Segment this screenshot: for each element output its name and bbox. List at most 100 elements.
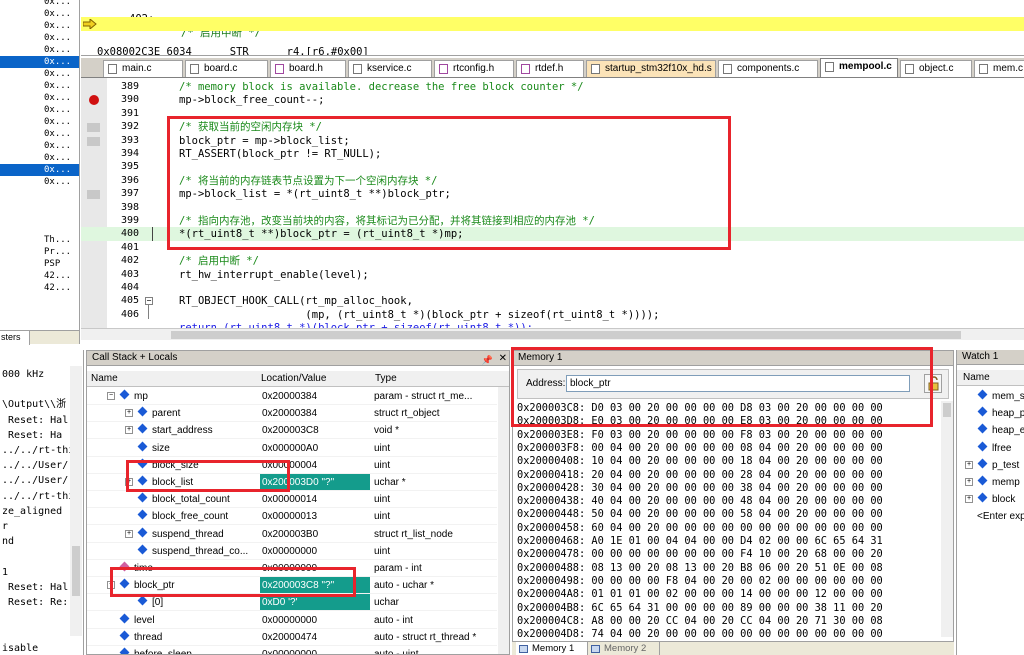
locals-row[interactable]: + parent 0x20000384 struct rt_object: [87, 405, 497, 423]
column-value[interactable]: Location/Value: [261, 371, 326, 386]
locals-row[interactable]: size 0x000000A0 uint: [87, 440, 497, 457]
variable-value[interactable]: 0x200003D0 "?": [260, 474, 370, 490]
close-icon[interactable]: ✕: [499, 352, 507, 365]
locals-row[interactable]: block_free_count 0x00000013 uint: [87, 508, 497, 526]
code-editor[interactable]: 389 /* memory block is available. decreas…: [81, 78, 1024, 328]
fold-toggle-icon[interactable]: −: [145, 297, 153, 306]
variable-value[interactable]: 0x00000000: [260, 543, 370, 559]
locals-row[interactable]: before_sleep 0x00000000 auto - uint: [87, 646, 497, 654]
memory-row[interactable]: 0x200003D8: E0 03 00 20 00 00 00 00 E8 0…: [517, 415, 883, 428]
register-row[interactable]: 0x...: [0, 0, 79, 8]
memory-row[interactable]: 0x20000488: 08 13 00 20 08 13 00 20 B8 0…: [517, 562, 883, 575]
variable-value[interactable]: 0x00000014: [260, 491, 370, 507]
editor-horizontal-scrollbar[interactable]: [81, 328, 1024, 340]
tab-memory-1[interactable]: Memory 1: [516, 642, 588, 655]
memory-vertical-scrollbar[interactable]: [941, 401, 953, 637]
locals-row[interactable]: block_size 0x00000004 uint: [87, 457, 497, 474]
file-tab-components-c[interactable]: components.c: [718, 60, 818, 77]
file-tab-rtconfig-h[interactable]: rtconfig.h: [434, 60, 514, 77]
locals-row[interactable]: suspend_thread_co... 0x00000000 uint: [87, 543, 497, 560]
locals-row[interactable]: − block_ptr 0x200003C8 "?" auto - uchar *: [87, 577, 497, 595]
expand-icon[interactable]: +: [125, 478, 133, 486]
code-line[interactable]: 398: [81, 201, 1024, 215]
memory-row[interactable]: 0x20000438: 40 04 00 20 00 00 00 00 48 0…: [517, 495, 883, 508]
variable-value[interactable]: 0x20000384: [260, 388, 370, 404]
register-row[interactable]: 0x...: [0, 116, 79, 128]
code-line[interactable]: 399 /* 指向内存池，改变当前块的内容，将其标记为已分配，并将其链接到相应的内…: [81, 214, 1024, 228]
output-vertical-scrollbar[interactable]: [70, 366, 82, 636]
watch-row[interactable]: + p_test: [957, 457, 1024, 474]
pin-icon[interactable]: 📌: [482, 353, 493, 365]
memory-row[interactable]: 0x20000448: 50 04 00 20 00 00 00 00 58 0…: [517, 508, 883, 521]
code-line[interactable]: 389 /* memory block is available. decreas…: [81, 80, 1024, 94]
variable-value[interactable]: 0x00000000: [260, 612, 370, 628]
code-line[interactable]: 396 /* 将当前的内存链表节点设置为下一个空闲内存块 */: [81, 174, 1024, 188]
file-tab-object-c[interactable]: object.c: [900, 60, 972, 77]
memory-hex-view[interactable]: 0x200003C8: D0 03 00 20 00 00 00 00 D8 0…: [513, 401, 939, 641]
code-line[interactable]: 406 (mp, (rt_uint8_t *)(block_ptr + size…: [81, 308, 1024, 322]
collapse-icon[interactable]: −: [107, 392, 115, 400]
variable-value[interactable]: 0x00000013: [260, 508, 370, 524]
expand-icon[interactable]: +: [965, 495, 973, 504]
watch-row[interactable]: heap_e: [957, 422, 1024, 439]
watch-row[interactable]: heap_p: [957, 405, 1024, 422]
code-line[interactable]: 390 mp->block_free_count--;: [81, 93, 1024, 107]
address-input[interactable]: block_ptr: [566, 375, 910, 392]
register-row[interactable]: Th...: [0, 234, 79, 246]
register-row[interactable]: 0x...: [0, 20, 79, 32]
memory-row[interactable]: 0x200003F8: 00 04 00 20 00 00 00 00 08 0…: [517, 442, 883, 455]
memory-row[interactable]: 0x20000478: 00 00 00 00 00 00 00 00 F4 1…: [517, 548, 883, 561]
file-tab-kservice-c[interactable]: kservice.c: [348, 60, 432, 77]
register-row[interactable]: 0x...: [0, 176, 79, 188]
register-row[interactable]: 0x...: [0, 32, 79, 44]
file-tab-mem-c[interactable]: mem.c: [974, 60, 1024, 77]
disassembly-current-line[interactable]: 0x08002C3E 6034 STR r4,[r6,#0x00]: [81, 17, 1024, 55]
locals-row[interactable]: time 0x00000000 param - int: [87, 560, 497, 577]
watch-row[interactable]: + memp: [957, 474, 1024, 491]
variable-value[interactable]: 0xD0 '?': [260, 594, 370, 611]
code-line[interactable]: 405 RT_OBJECT_HOOK_CALL(rt_mp_alloc_hook,: [81, 294, 1024, 308]
expand-icon[interactable]: +: [965, 460, 973, 469]
code-line[interactable]: 403 rt_hw_interrupt_enable(level);: [81, 268, 1024, 282]
registers-tab[interactable]: sters: [0, 331, 30, 345]
locals-row[interactable]: thread 0x20000474 auto - struct rt_thread …: [87, 629, 497, 646]
register-row[interactable]: 42...: [0, 282, 79, 294]
watch-column-name[interactable]: Name: [957, 370, 1024, 386]
register-row[interactable]: 0x...: [0, 104, 79, 116]
column-type[interactable]: Type: [375, 371, 397, 386]
register-row[interactable]: 0x...: [0, 56, 79, 68]
watch-row[interactable]: lfree: [957, 440, 1024, 457]
callstack-vertical-scrollbar[interactable]: [498, 387, 509, 654]
memory-row[interactable]: 0x20000428: 30 04 00 20 00 00 00 00 38 0…: [517, 482, 883, 495]
register-row[interactable]: 0x...: [0, 68, 79, 80]
variable-value[interactable]: 0x200003B0: [260, 526, 370, 542]
code-line[interactable]: return (rt_uint8_t *)(block_ptr + sizeof…: [81, 321, 1024, 328]
locals-row[interactable]: − mp 0x20000384 param - struct rt_me...: [87, 388, 497, 405]
register-row[interactable]: 0x...: [0, 44, 79, 56]
memory-row[interactable]: 0x20000458: 60 04 00 20 00 00 00 00 00 0…: [517, 522, 883, 535]
locals-row[interactable]: [0] 0xD0 '?' uchar: [87, 594, 497, 612]
collapse-icon[interactable]: −: [107, 581, 115, 590]
locals-row[interactable]: level 0x00000000 auto - int: [87, 612, 497, 629]
variable-value[interactable]: 0x000000A0: [260, 440, 370, 456]
register-row[interactable]: 0x...: [0, 8, 79, 20]
watch-row[interactable]: <Enter exp: [957, 508, 1024, 525]
file-tab-rtdef-h[interactable]: rtdef.h: [516, 60, 584, 77]
memory-row[interactable]: 0x200004C8: A8 00 00 20 CC 04 00 20 CC 0…: [517, 615, 883, 628]
code-line[interactable]: 393 block_ptr = mp->block_list;: [81, 134, 1024, 148]
variable-value[interactable]: 0x00000004: [260, 457, 370, 473]
lock-address-button[interactable]: [924, 374, 942, 393]
expand-icon[interactable]: +: [965, 478, 973, 486]
locals-row[interactable]: + suspend_thread 0x200003B0 struct rt_list_…: [87, 526, 497, 543]
register-row[interactable]: 0x...: [0, 128, 79, 140]
variable-value[interactable]: 0x00000000: [260, 560, 370, 576]
tab-memory-2[interactable]: Memory 2: [588, 642, 660, 655]
code-line[interactable]: 404: [81, 281, 1024, 295]
expand-icon[interactable]: +: [125, 529, 133, 538]
memory-row[interactable]: 0x200004B8: 6C 65 64 31 00 00 00 00 89 0…: [517, 602, 883, 615]
memory-row[interactable]: 0x200003C8: D0 03 00 20 00 00 00 00 D8 0…: [517, 402, 883, 415]
register-row[interactable]: 42...: [0, 270, 79, 282]
register-row[interactable]: PSP: [0, 258, 79, 270]
scrollbar-thumb[interactable]: [943, 403, 951, 417]
scrollbar-thumb[interactable]: [72, 546, 80, 596]
